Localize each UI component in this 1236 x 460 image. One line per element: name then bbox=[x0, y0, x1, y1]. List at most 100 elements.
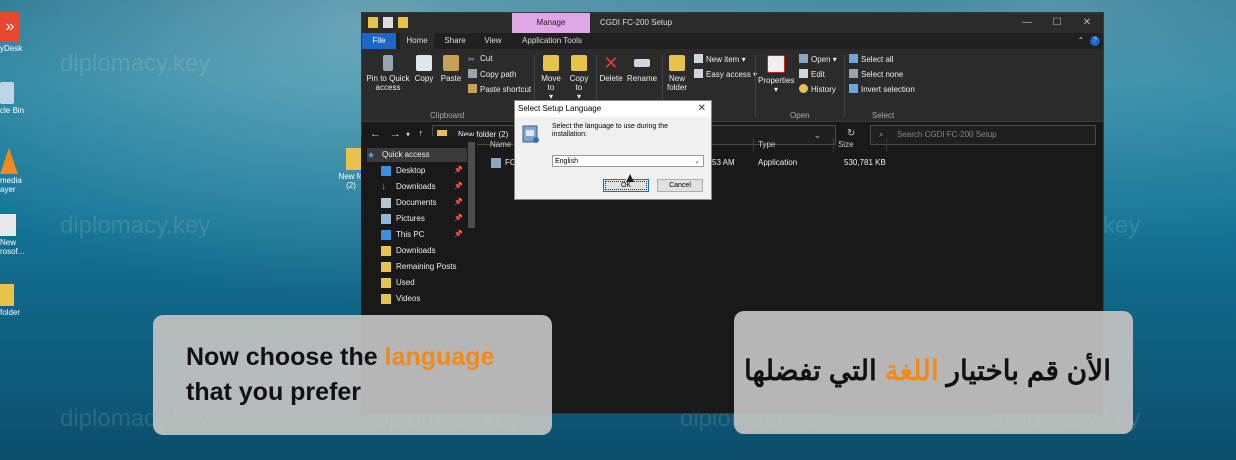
maximize-button[interactable]: ☐ bbox=[1042, 13, 1072, 33]
paste-button[interactable]: Paste bbox=[439, 55, 463, 83]
quick-access-toolbar bbox=[368, 17, 408, 28]
nav-item-label: Documents bbox=[396, 198, 437, 207]
tab-view[interactable]: View bbox=[476, 33, 510, 49]
title-bar: Manage CGDI FC-200 Setup — ☐ ✕ bbox=[362, 13, 1103, 33]
cut-button[interactable]: ✂ Cut bbox=[468, 54, 492, 64]
rename-button[interactable]: Rename bbox=[626, 55, 658, 83]
column-name[interactable]: Name bbox=[490, 138, 511, 152]
cancel-button[interactable]: Cancel bbox=[657, 179, 703, 192]
setup-icon bbox=[521, 123, 541, 145]
language-select[interactable]: English ⌄ bbox=[552, 155, 704, 167]
tab-manage[interactable]: Manage bbox=[512, 13, 590, 33]
paste-shortcut-icon bbox=[468, 84, 477, 93]
tab-application-tools[interactable]: Application Tools bbox=[514, 33, 590, 49]
paste-shortcut-button[interactable]: Paste shortcut bbox=[468, 84, 531, 94]
rename-label: Rename bbox=[626, 74, 658, 83]
ribbon: Pin to Quick access Copy Paste ✂ Cut Copy… bbox=[362, 49, 1103, 122]
help-icon[interactable]: ? bbox=[1090, 36, 1100, 46]
nav-item-downloads-folder[interactable]: Downloads bbox=[381, 244, 467, 258]
anydesk-icon: » bbox=[0, 12, 20, 42]
properties-icon[interactable] bbox=[383, 17, 393, 28]
desktop-icon-anydesk[interactable]: » yDesk bbox=[0, 12, 40, 53]
rename-icon bbox=[634, 59, 650, 67]
cancel-label: Cancel bbox=[669, 182, 691, 189]
collapse-ribbon-icon[interactable]: ⌃ bbox=[1074, 33, 1088, 49]
folder-icon bbox=[381, 246, 391, 256]
select-none-button[interactable]: Select none bbox=[849, 69, 903, 79]
pin-quick-access-button[interactable]: Pin to Quick access bbox=[366, 55, 410, 92]
easy-access-button[interactable]: Easy access ▾ bbox=[694, 69, 757, 79]
copy-to-button[interactable]: Copy to ▾ bbox=[566, 55, 592, 101]
folder-icon bbox=[381, 278, 391, 288]
properties-icon bbox=[767, 55, 785, 73]
open-button[interactable]: Open ▾ bbox=[799, 54, 837, 64]
tab-share[interactable]: Share bbox=[438, 33, 472, 49]
folder-icon[interactable] bbox=[368, 17, 378, 28]
column-type[interactable]: Type bbox=[758, 138, 775, 152]
new-folder-button[interactable]: New folder bbox=[664, 55, 690, 92]
desktop-icon-label: media ayer bbox=[0, 176, 22, 194]
file-size: 530,781 KB bbox=[844, 158, 886, 167]
new-folder-label: New folder bbox=[666, 74, 687, 92]
desktop-icon-vlc[interactable]: media ayer bbox=[0, 148, 40, 194]
nav-item-label: Remaining Posts bbox=[396, 262, 457, 271]
vlc-icon bbox=[0, 148, 18, 174]
close-icon[interactable]: ✕ bbox=[698, 101, 706, 117]
column-size[interactable]: Size bbox=[838, 138, 854, 152]
group-label-clipboard: Clipboard bbox=[430, 111, 465, 120]
new-item-button[interactable]: New item ▾ bbox=[694, 54, 746, 64]
nav-item-videos[interactable]: Videos bbox=[381, 292, 467, 306]
easy-access-label: Easy access bbox=[706, 70, 751, 79]
folder-icon bbox=[381, 294, 391, 304]
move-to-button[interactable]: Move to ▾ bbox=[538, 55, 564, 101]
copy-button[interactable]: Copy bbox=[412, 55, 436, 83]
caption-highlight: اللغة bbox=[884, 355, 939, 386]
copy-icon bbox=[416, 55, 432, 71]
tab-file[interactable]: File bbox=[362, 33, 396, 49]
dialog-title-bar: Select Setup Language ✕ bbox=[515, 101, 711, 117]
edit-icon bbox=[799, 69, 808, 78]
divider bbox=[833, 138, 834, 152]
cut-label: Cut bbox=[480, 54, 493, 63]
caption-english: Now choose the language that you prefer bbox=[153, 315, 552, 435]
nav-item-pictures[interactable]: Pictures 📌 bbox=[381, 212, 467, 226]
history-button[interactable]: History bbox=[799, 84, 836, 94]
delete-button[interactable]: ✕ Delete bbox=[598, 54, 624, 83]
new-item-label: New item bbox=[706, 55, 740, 64]
documents-icon bbox=[381, 198, 391, 208]
desktop-icon bbox=[381, 166, 391, 176]
desktop-icon-label: cle Bin bbox=[0, 106, 25, 115]
minimize-button[interactable]: — bbox=[1012, 13, 1042, 33]
nav-item-quick-access[interactable]: ★ Quick access bbox=[367, 148, 467, 162]
divider bbox=[886, 138, 887, 152]
group-label-open: Open bbox=[790, 111, 810, 120]
desktop-icon-folder[interactable]: folder bbox=[0, 284, 40, 317]
pictures-icon bbox=[381, 214, 391, 224]
nav-scrollbar[interactable] bbox=[468, 142, 475, 228]
application-icon bbox=[491, 158, 501, 168]
nav-item-documents[interactable]: Documents 📌 bbox=[381, 196, 467, 210]
new-folder-icon[interactable] bbox=[398, 17, 408, 28]
star-icon: ★ bbox=[367, 150, 376, 160]
desktop-icon-recycle-bin[interactable]: cle Bin bbox=[0, 82, 40, 115]
invert-selection-button[interactable]: Invert selection bbox=[849, 84, 915, 94]
desktop-icon-document[interactable]: New rosof... bbox=[0, 214, 40, 256]
nav-item-used[interactable]: Used bbox=[381, 276, 467, 290]
pin-icon: 📌 bbox=[454, 167, 463, 174]
tab-home[interactable]: Home bbox=[400, 33, 434, 49]
nav-item-this-pc[interactable]: This PC 📌 bbox=[381, 228, 467, 242]
watermark: diplomacy.key bbox=[60, 50, 211, 77]
copy-path-button[interactable]: Copy path bbox=[468, 69, 516, 79]
recycle-bin-icon bbox=[0, 82, 14, 104]
nav-item-desktop[interactable]: Desktop 📌 bbox=[381, 164, 467, 178]
dialog-message: Select the language to use during the in… bbox=[552, 123, 668, 138]
close-button[interactable]: ✕ bbox=[1072, 13, 1102, 33]
folder-icon bbox=[0, 284, 14, 306]
edit-button[interactable]: Edit bbox=[799, 69, 825, 79]
nav-item-remaining-posts[interactable]: Remaining Posts bbox=[381, 260, 467, 274]
select-all-button[interactable]: Select all bbox=[849, 54, 893, 64]
paste-label: Paste bbox=[440, 74, 462, 83]
properties-button[interactable]: Properties ▾ bbox=[758, 55, 794, 94]
copy-label: Copy bbox=[414, 74, 434, 83]
nav-item-downloads[interactable]: ↓ Downloads 📌 bbox=[381, 180, 467, 194]
